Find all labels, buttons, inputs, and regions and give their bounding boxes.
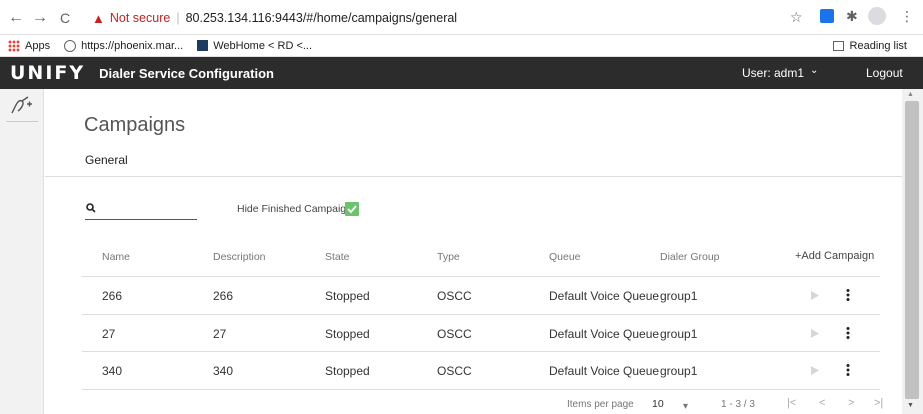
bookmark-phoenix[interactable]: https://phoenix.mar... — [64, 39, 184, 52]
not-secure-label: Not secure — [109, 11, 171, 25]
column-header[interactable]: State — [325, 251, 350, 263]
url-text: 80.253.134.116:9443/#/home/campaigns/gen… — [185, 11, 458, 25]
add-campaign-button[interactable]: +Add Campaign — [795, 250, 874, 262]
table-header: Name Description State Type Queue Dialer… — [82, 241, 880, 277]
back-button[interactable]: ← — [6, 8, 26, 28]
unify-logo: UNIFY — [10, 62, 86, 84]
section-divider — [45, 176, 902, 177]
app-title: Dialer Service Configuration — [99, 65, 274, 81]
caret-down-icon[interactable]: ▾ — [683, 401, 688, 412]
cell-type: OSCC — [437, 326, 472, 341]
check-icon — [347, 205, 357, 214]
more-vert-icon[interactable] — [845, 288, 851, 302]
hide-finished-label: Hide Finished Campaigns — [237, 203, 358, 215]
column-header[interactable]: Queue — [549, 251, 581, 263]
campaign-nav-icon[interactable] — [10, 95, 34, 117]
scroll-down-icon[interactable]: ▼ — [907, 402, 914, 409]
bookmark-label: https://phoenix.mar... — [81, 39, 184, 52]
cell-queue: Default Voice Queue — [549, 289, 660, 303]
cell-state: Stopped — [325, 364, 370, 378]
more-vert-icon[interactable] — [845, 326, 851, 340]
reload-button[interactable]: C — [55, 8, 75, 28]
page-title: Campaigns — [84, 114, 186, 136]
column-header[interactable]: Dialer Group — [660, 251, 720, 263]
column-header[interactable]: Type — [437, 251, 460, 263]
side-nav — [0, 89, 44, 414]
globe-icon — [64, 39, 77, 52]
forward-button[interactable]: → — [30, 8, 50, 28]
search-input[interactable] — [103, 202, 193, 218]
cell-group: group1 — [660, 289, 698, 303]
bookmark-webhome[interactable]: WebHome < RD <... — [197, 40, 312, 52]
scroll-thumb[interactable] — [905, 101, 919, 399]
cell-name: 340 — [102, 364, 123, 378]
cell-queue: Default Voice Queue — [549, 326, 660, 341]
puzzle-icon[interactable]: ✱ — [846, 8, 858, 25]
bookmark-star-icon[interactable]: ☆ — [790, 9, 803, 26]
play-icon[interactable] — [810, 328, 820, 339]
column-header[interactable]: Description — [213, 251, 266, 263]
main-content: Campaigns General Hide Finished Campaign… — [45, 89, 902, 414]
browser-menu-icon[interactable]: ⋮ — [900, 8, 914, 25]
reading-list[interactable]: Reading list — [832, 39, 907, 52]
webhome-icon — [197, 40, 209, 51]
cell-description: 340 — [213, 364, 234, 378]
page-size-select[interactable]: 10 — [652, 398, 664, 410]
play-icon[interactable] — [810, 365, 820, 376]
first-page-button[interactable]: |< — [787, 397, 796, 409]
address-separator: | — [176, 11, 180, 25]
hide-finished-checkbox[interactable] — [345, 202, 359, 216]
browser-toolbar: ← → C ▲ Not secure | 80.253.134.116:9443… — [0, 0, 923, 35]
cell-group: group1 — [660, 326, 698, 341]
cell-state: Stopped — [325, 289, 370, 303]
cell-description: 266 — [213, 289, 234, 303]
reading-list-icon — [832, 40, 844, 51]
paginator: Items per page 10 ▾ 1 - 3 / 3 |< < > >| — [45, 394, 902, 414]
table-row[interactable]: 27 27 Stopped OSCC Default Voice Queue g… — [82, 315, 880, 352]
apps-grid-icon — [8, 39, 20, 52]
last-page-button[interactable]: >| — [874, 397, 883, 409]
user-menu[interactable]: User: adm1 — [742, 66, 804, 80]
address-bar[interactable]: ▲ Not secure | 80.253.134.116:9443/#/hom… — [92, 6, 812, 30]
bookmarks-bar: Apps https://phoenix.mar... WebHome < RD… — [0, 35, 923, 57]
page-range: 1 - 3 / 3 — [721, 399, 755, 410]
app-header: UNIFY Dialer Service Configuration User:… — [0, 57, 923, 89]
bookmark-label: Apps — [25, 39, 51, 52]
bookmark-label: WebHome < RD <... — [213, 39, 313, 52]
prev-page-button[interactable]: < — [819, 397, 825, 409]
nav-divider — [6, 121, 38, 122]
table-row[interactable]: 266 266 Stopped OSCC Default Voice Queue… — [82, 277, 880, 315]
cell-state: Stopped — [325, 326, 370, 341]
column-header[interactable]: Name — [102, 251, 130, 263]
section-title: General — [85, 153, 128, 167]
reading-list-label: Reading list — [849, 39, 907, 52]
search-icon — [86, 203, 96, 213]
cell-type: OSCC — [437, 364, 472, 378]
cell-name: 266 — [102, 289, 123, 303]
items-per-page-label: Items per page — [567, 399, 634, 410]
cell-group: group1 — [660, 364, 698, 378]
table-row[interactable]: 340 340 Stopped OSCC Default Voice Queue… — [82, 352, 880, 390]
next-page-button[interactable]: > — [848, 397, 854, 409]
cell-queue: Default Voice Queue — [549, 364, 660, 378]
more-vert-icon[interactable] — [845, 363, 851, 377]
cell-type: OSCC — [437, 289, 472, 303]
extension-icon[interactable] — [820, 9, 834, 23]
bookmark-apps[interactable]: Apps — [8, 39, 51, 52]
profile-avatar[interactable] — [868, 7, 886, 25]
chevron-down-icon[interactable]: ⌄ — [810, 65, 818, 76]
cell-name: 27 — [102, 326, 116, 341]
scroll-up-icon[interactable]: ▲ — [907, 91, 914, 98]
search-box — [85, 202, 197, 220]
cell-description: 27 — [213, 326, 227, 341]
warning-icon: ▲ — [92, 10, 105, 26]
logout-link[interactable]: Logout — [866, 66, 903, 80]
page-scrollbar[interactable]: ▲ ▼ — [902, 89, 923, 414]
campaigns-table: Name Description State Type Queue Dialer… — [82, 241, 880, 390]
play-icon[interactable] — [810, 290, 820, 301]
